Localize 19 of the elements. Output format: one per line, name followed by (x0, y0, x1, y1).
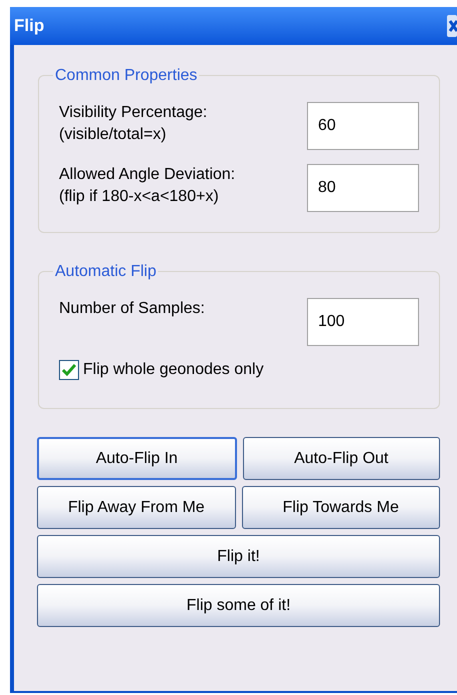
action-button[interactable]: Flip Towards Me (242, 486, 440, 529)
input-field[interactable]: 80 (307, 164, 419, 212)
action-button[interactable]: Flip some of it! (37, 584, 440, 627)
field-label: Visibility Percentage: (59, 103, 208, 123)
check-icon (62, 364, 76, 376)
window-title: Flip (14, 15, 44, 38)
input-field[interactable]: 100 (307, 298, 419, 346)
action-button[interactable]: Flip Away From Me (37, 486, 236, 529)
field-hint: (flip if 180-x<a<180+x) (59, 187, 220, 207)
checkbox-label: Flip whole geonodes only (83, 360, 264, 380)
action-button[interactable]: Auto-Flip Out (242, 437, 440, 480)
action-button[interactable]: Flip it! (37, 535, 440, 578)
checkbox[interactable] (59, 360, 79, 380)
field-hint: (visible/total=x) (59, 125, 168, 145)
close-icon[interactable] (447, 15, 457, 37)
input-field[interactable]: 60 (307, 102, 419, 150)
field-label: Allowed Angle Deviation: (59, 165, 236, 185)
field-label: Number of Samples: (59, 299, 205, 319)
action-button[interactable]: Auto-Flip In (37, 437, 236, 480)
